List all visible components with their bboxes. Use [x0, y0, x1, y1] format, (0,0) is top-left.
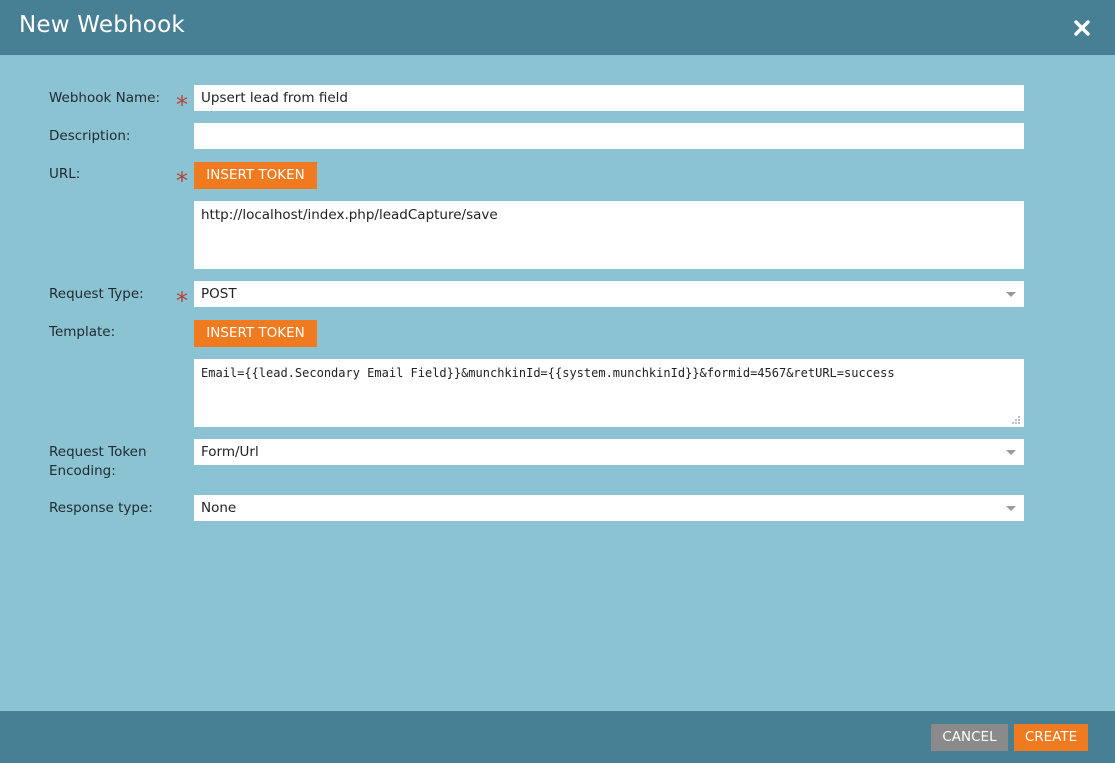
cancel-button[interactable]: CANCEL: [931, 724, 1008, 751]
chevron-down-icon: [1006, 292, 1016, 297]
template-label: Template:: [49, 324, 116, 340]
dialog-title: New Webhook: [19, 12, 185, 38]
request-token-encoding-select[interactable]: Form/Url: [194, 439, 1024, 465]
required-marker: *: [176, 91, 188, 119]
request-token-encoding-value: Form/Url: [201, 444, 259, 460]
required-marker: *: [176, 287, 188, 315]
dialog-header: New Webhook: [0, 0, 1115, 55]
description-input[interactable]: [194, 123, 1024, 149]
response-type-select[interactable]: None: [194, 495, 1024, 521]
url-insert-token-button[interactable]: INSERT TOKEN: [194, 162, 317, 189]
request-token-encoding-label-line1: Request Token: [49, 444, 147, 460]
webhook-name-label: Webhook Name:: [49, 90, 160, 106]
response-type-value: None: [201, 500, 237, 516]
resize-grip-icon[interactable]: [1009, 413, 1021, 425]
chevron-down-icon: [1006, 506, 1016, 511]
chevron-down-icon: [1006, 450, 1016, 455]
description-label: Description:: [49, 128, 131, 144]
request-type-select[interactable]: POST: [194, 281, 1024, 307]
close-icon[interactable]: [1071, 17, 1093, 39]
url-textarea[interactable]: http://localhost/index.php/leadCapture/s…: [194, 201, 1024, 269]
url-label: URL:: [49, 166, 81, 182]
template-insert-token-button[interactable]: INSERT TOKEN: [194, 320, 317, 347]
request-type-label: Request Type:: [49, 286, 144, 302]
create-button[interactable]: CREATE: [1014, 724, 1088, 751]
required-marker: *: [176, 167, 188, 195]
request-token-encoding-label: Request Token Encoding:: [49, 443, 147, 481]
request-type-value: POST: [201, 286, 237, 302]
template-textarea[interactable]: Email={{lead.Secondary Email Field}}&mun…: [194, 359, 1024, 427]
response-type-label: Response type:: [49, 500, 153, 516]
webhook-name-input[interactable]: [194, 85, 1024, 111]
request-token-encoding-label-line2: Encoding:: [49, 463, 116, 479]
